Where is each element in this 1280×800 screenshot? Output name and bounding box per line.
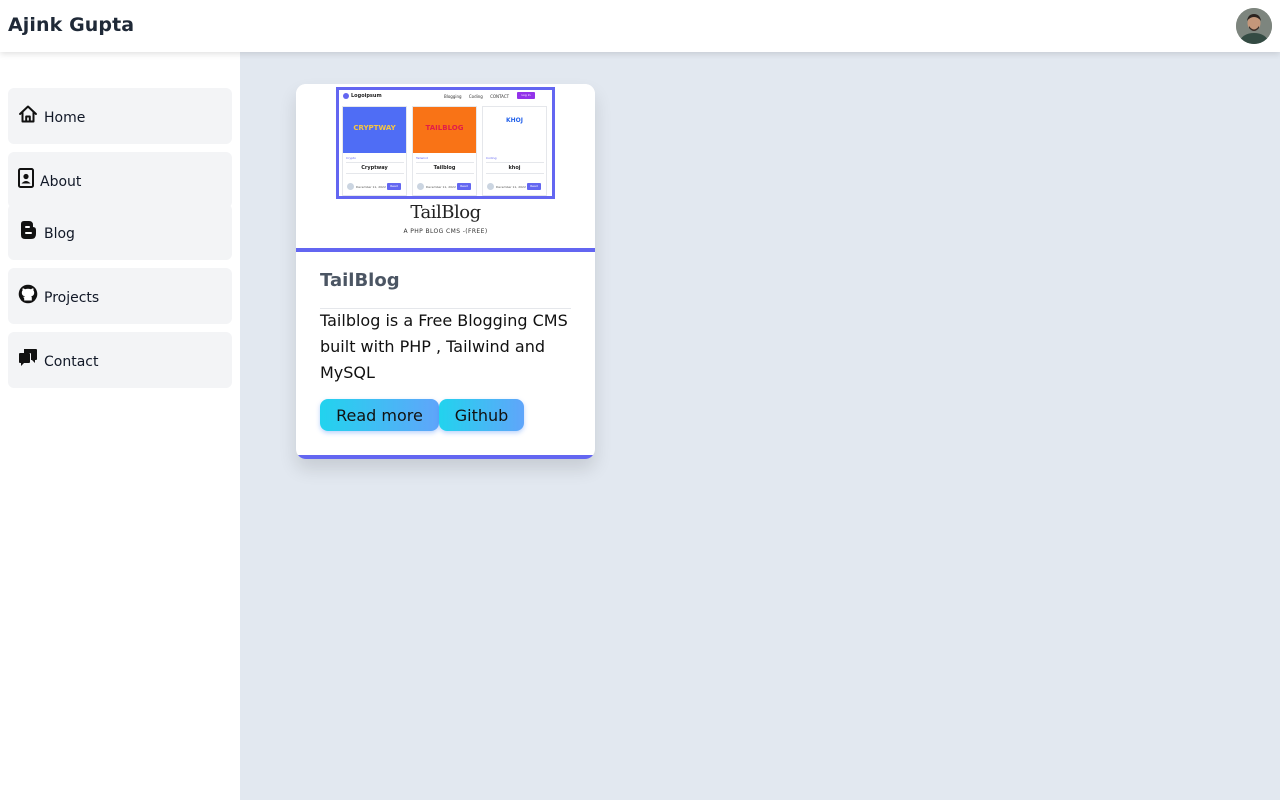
sidebar-item-label: Projects [44,290,100,306]
site-title[interactable]: Ajink Gupta [8,14,134,36]
thumbnail-heading: TailBlog [410,202,481,223]
sidebar-item-label: Home [44,110,86,126]
github-icon [18,284,38,304]
home-icon [18,104,38,124]
user-avatar[interactable] [1236,8,1272,44]
project-thumbnail[interactable]: Logoipsum Blogging Coding CONTACT Log In… [296,84,595,252]
sidebar-item-label: About [40,174,82,190]
read-more-button[interactable]: Read more [320,399,439,431]
preview-menu: Blogging Coding CONTACT [444,94,510,99]
preview-login-button: Log In [517,92,535,99]
project-title: TailBlog [320,270,400,291]
blogger-icon [18,220,38,240]
sidebar-item-contact[interactable]: Contact [8,332,232,388]
project-description: Tailblog is a Free Blogging CMS built wi… [320,311,568,382]
preview-card: CRYPTWAY Crypto Cryptway December 11, 20… [342,106,407,196]
sidebar-item-label: Blog [44,226,75,242]
sidebar-item-label: Contact [44,354,99,370]
thumbnail-subheading: A PHP BLOG CMS -(FREE) [403,228,488,235]
preview-logo: Logoipsum [343,93,382,99]
preview-card: KHOJ Coding khoj December 11, 2022 Read [482,106,547,196]
sidebar-item-projects[interactable]: Projects [8,268,232,324]
sidebar: Home About Blog Projects Contact [0,52,240,800]
contact-file-icon [18,168,34,188]
chat-bubbles-icon [18,348,38,368]
project-card: Logoipsum Blogging Coding CONTACT Log In… [296,84,595,459]
top-bar: Ajink Gupta [0,0,1280,52]
card-accent-border [296,455,595,459]
sidebar-item-about[interactable]: About [8,152,232,208]
preview-card: TAILBLOG Tailwind Tailblog December 11, … [412,106,477,196]
sidebar-item-blog[interactable]: Blog [8,204,232,260]
github-button[interactable]: Github [439,399,524,431]
sidebar-item-home[interactable]: Home [8,88,232,144]
website-preview: Logoipsum Blogging Coding CONTACT Log In… [336,87,555,199]
